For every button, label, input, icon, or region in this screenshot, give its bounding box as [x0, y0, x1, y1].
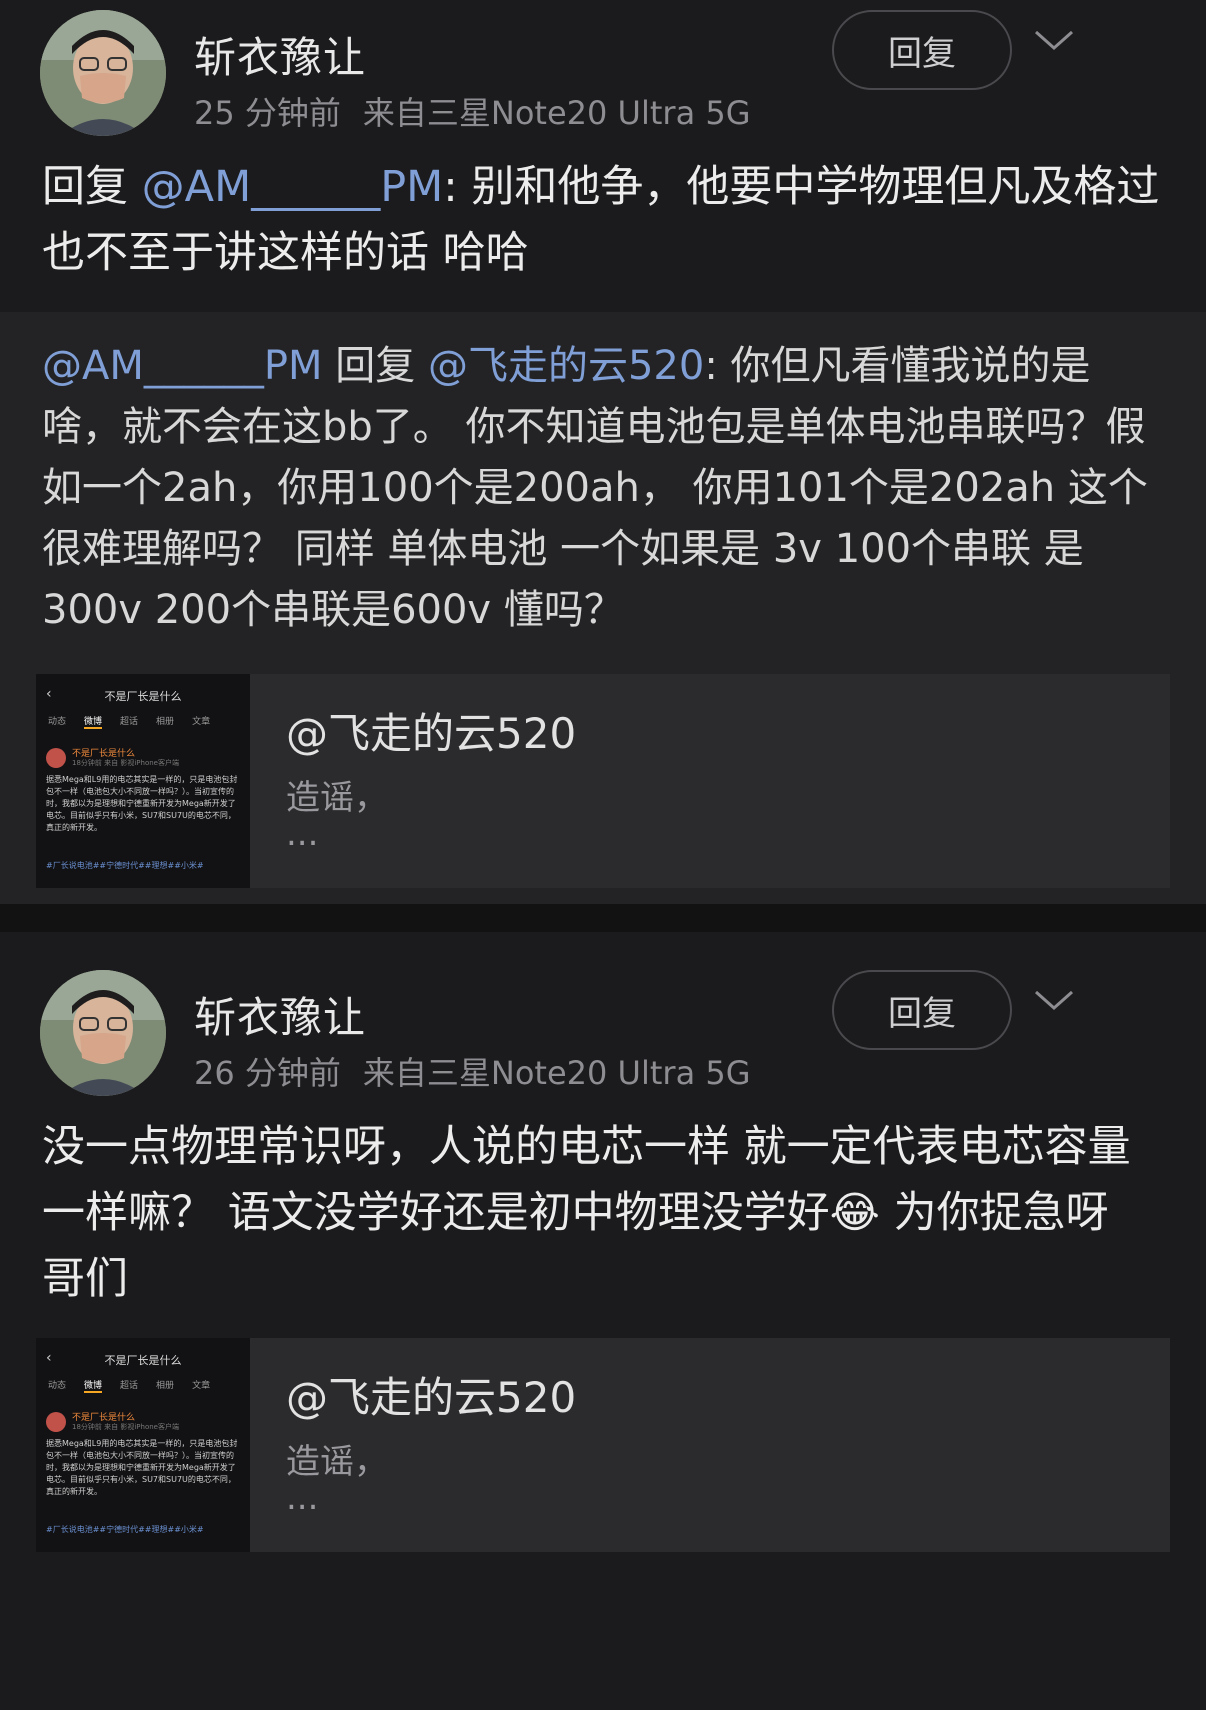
thumb-tab: 超话	[120, 717, 139, 727]
thumb-tags: #厂长说电池##宁德时代##理想##小米#	[46, 861, 204, 870]
reply-prefix: 回复	[42, 162, 142, 212]
comment-body: 回复 @AM______PM: 别和他争，他要中学物理但凡及格过也不至于讲这样的…	[42, 154, 1162, 286]
embed-description: 造谣，	[286, 1442, 388, 1482]
section-divider	[0, 904, 1206, 932]
username[interactable]: 斩衣豫让	[194, 24, 366, 85]
post-thumbnail: ‹ 不是厂长是什么 动态 微博 超话 相册 文章 不是厂长是什么 18分钟前 来自 影视…	[36, 674, 250, 888]
mention-link[interactable]: @AM______PM	[142, 162, 444, 212]
comment-body: 没一点物理常识呀，人说的电芯一样 就一定代表电芯容量一样嘛？ 语文没学好还是初中…	[42, 1114, 1162, 1312]
thumb-avatar	[46, 1412, 66, 1432]
thumb-title: 不是厂长是什么	[104, 1354, 182, 1367]
laugh-cry-emoji-icon: 😂	[829, 1188, 880, 1238]
chevron-down-icon[interactable]	[1032, 26, 1076, 54]
embed-description: 造谣，	[286, 778, 388, 818]
embed-ellipsis: ...	[286, 1478, 319, 1518]
embedded-post-card[interactable]: ‹ 不是厂长是什么 动态 微博 超话 相册 文章 不是厂长是什么 18分钟前 来自 影视…	[36, 1338, 1170, 1552]
embedded-post-card[interactable]: ‹ 不是厂长是什么 动态 微博 超话 相册 文章 不是厂长是什么 18分钟前 来自 影视…	[36, 674, 1170, 888]
chevron-down-icon[interactable]	[1032, 986, 1076, 1014]
thumb-tabs: 动态 微博 超话 相册 文章	[48, 1378, 228, 1393]
thumb-tab: 文章	[192, 717, 211, 727]
thumb-sub: 18分钟前 来自 影视iPhone客户端	[72, 759, 179, 767]
post-thumbnail: ‹ 不是厂长是什么 动态 微博 超话 相册 文章 不是厂长是什么 18分钟前 来自 影视…	[36, 1338, 250, 1552]
thumb-tab: 动态	[48, 717, 67, 727]
thumb-avatar	[46, 748, 66, 768]
comment-card-2: 斩衣豫让 26 分钟前 来自三星Note20 Ultra 5G 回复 没一点物理常…	[0, 932, 1206, 1710]
device-source: 来自三星Note20 Ultra 5G	[362, 1054, 751, 1092]
thumb-tab: 相册	[156, 1381, 175, 1391]
thumb-body: 据悉Mega和L9用的电芯其实是一样的，只是电池包封包不一样（电池包大小不同放一…	[46, 775, 238, 832]
thumb-title: 不是厂长是什么	[104, 690, 182, 703]
reply-button[interactable]: 回复	[832, 970, 1012, 1050]
comment-meta: 25 分钟前 来自三星Note20 Ultra 5G	[194, 88, 751, 134]
thumb-tab: 相册	[156, 717, 175, 727]
avatar-photo	[40, 970, 166, 1096]
embed-title: @飞走的云520	[286, 1373, 577, 1422]
thumb-tabs: 动态 微博 超话 相册 文章	[48, 714, 228, 729]
timestamp: 26 分钟前	[194, 1054, 341, 1092]
mention-link[interactable]: @AM______PM	[42, 343, 323, 389]
device-source: 来自三星Note20 Ultra 5G	[362, 94, 751, 132]
reply-button[interactable]: 回复	[832, 10, 1012, 90]
username[interactable]: 斩衣豫让	[194, 984, 366, 1045]
thumb-tab: 微博	[84, 717, 103, 729]
thumb-tags: #厂长说电池##宁德时代##理想##小米#	[46, 1525, 204, 1534]
avatar-photo	[40, 10, 166, 136]
mention-link[interactable]: @飞走的云520	[428, 343, 704, 389]
avatar[interactable]	[40, 10, 166, 136]
comment-card-1: 斩衣豫让 25 分钟前 来自三星Note20 Ultra 5G 回复 回复 @AM…	[0, 0, 1206, 928]
embed-title: @飞走的云520	[286, 709, 577, 758]
thumb-tab: 文章	[192, 1381, 211, 1391]
timestamp: 25 分钟前	[194, 94, 341, 132]
thumb-tab: 微博	[84, 1381, 103, 1393]
thumb-sub: 18分钟前 来自 影视iPhone客户端	[72, 1423, 179, 1431]
quoted-reply-text: @AM______PM 回复 @飞走的云520: 你但凡看懂我说的是啥，就不会在…	[42, 336, 1166, 641]
embed-ellipsis: ...	[286, 814, 319, 854]
reply-word: 回复	[322, 343, 428, 389]
thumb-tab: 超话	[120, 1381, 139, 1391]
avatar[interactable]	[40, 970, 166, 1096]
quoted-reply: @AM______PM 回复 @飞走的云520: 你但凡看懂我说的是啥，就不会在…	[0, 312, 1206, 904]
comment-meta: 26 分钟前 来自三星Note20 Ultra 5G	[194, 1048, 751, 1094]
thumb-body: 据悉Mega和L9用的电芯其实是一样的，只是电池包封包不一样（电池包大小不同放一…	[46, 1439, 238, 1496]
thumb-tab: 动态	[48, 1381, 67, 1391]
